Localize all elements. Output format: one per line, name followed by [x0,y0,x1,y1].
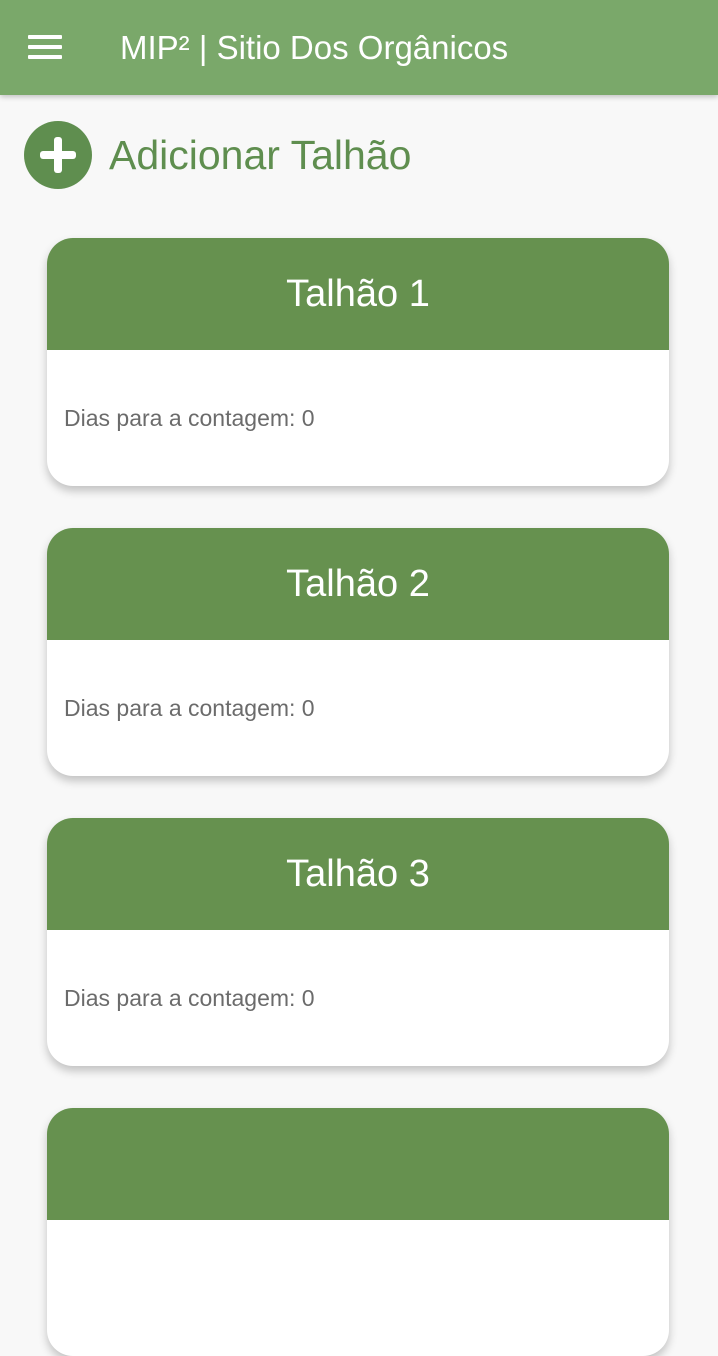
plot-card-title: Talhão 1 [286,272,430,315]
plot-card-body: Dias para a contagem: 0 [47,640,669,776]
plot-card-title: Talhão 2 [286,562,430,605]
plot-card[interactable]: Talhão 2 Dias para a contagem: 0 [47,528,669,776]
plot-count-days: Dias para a contagem: 0 [64,695,315,721]
plot-count-days: Dias para a contagem: 0 [64,985,315,1011]
plot-card-title: Talhão 3 [286,852,430,895]
plot-count-days: Dias para a contagem: 0 [64,405,315,431]
plot-card[interactable]: Talhão 1 Dias para a contagem: 0 [47,238,669,486]
plot-card-header [47,1108,669,1220]
plot-card-header: Talhão 1 [47,238,669,350]
app-bar: MIP² | Sitio Dos Orgânicos [0,0,718,95]
app-title: MIP² | Sitio Dos Orgânicos [120,29,509,66]
plot-card-header: Talhão 2 [47,528,669,640]
plot-card-body: Dias para a contagem: 0 [47,930,669,1066]
plot-card[interactable]: Talhão 3 Dias para a contagem: 0 [47,818,669,1066]
plot-card-body: Dias para a contagem: 0 [47,350,669,486]
plot-card[interactable] [47,1108,669,1356]
plot-card-body [47,1220,669,1356]
hamburger-menu-icon[interactable] [28,35,62,61]
plot-list: Talhão 1 Dias para a contagem: 0 Talhão … [0,0,718,1356]
plot-card-header: Talhão 3 [47,818,669,930]
